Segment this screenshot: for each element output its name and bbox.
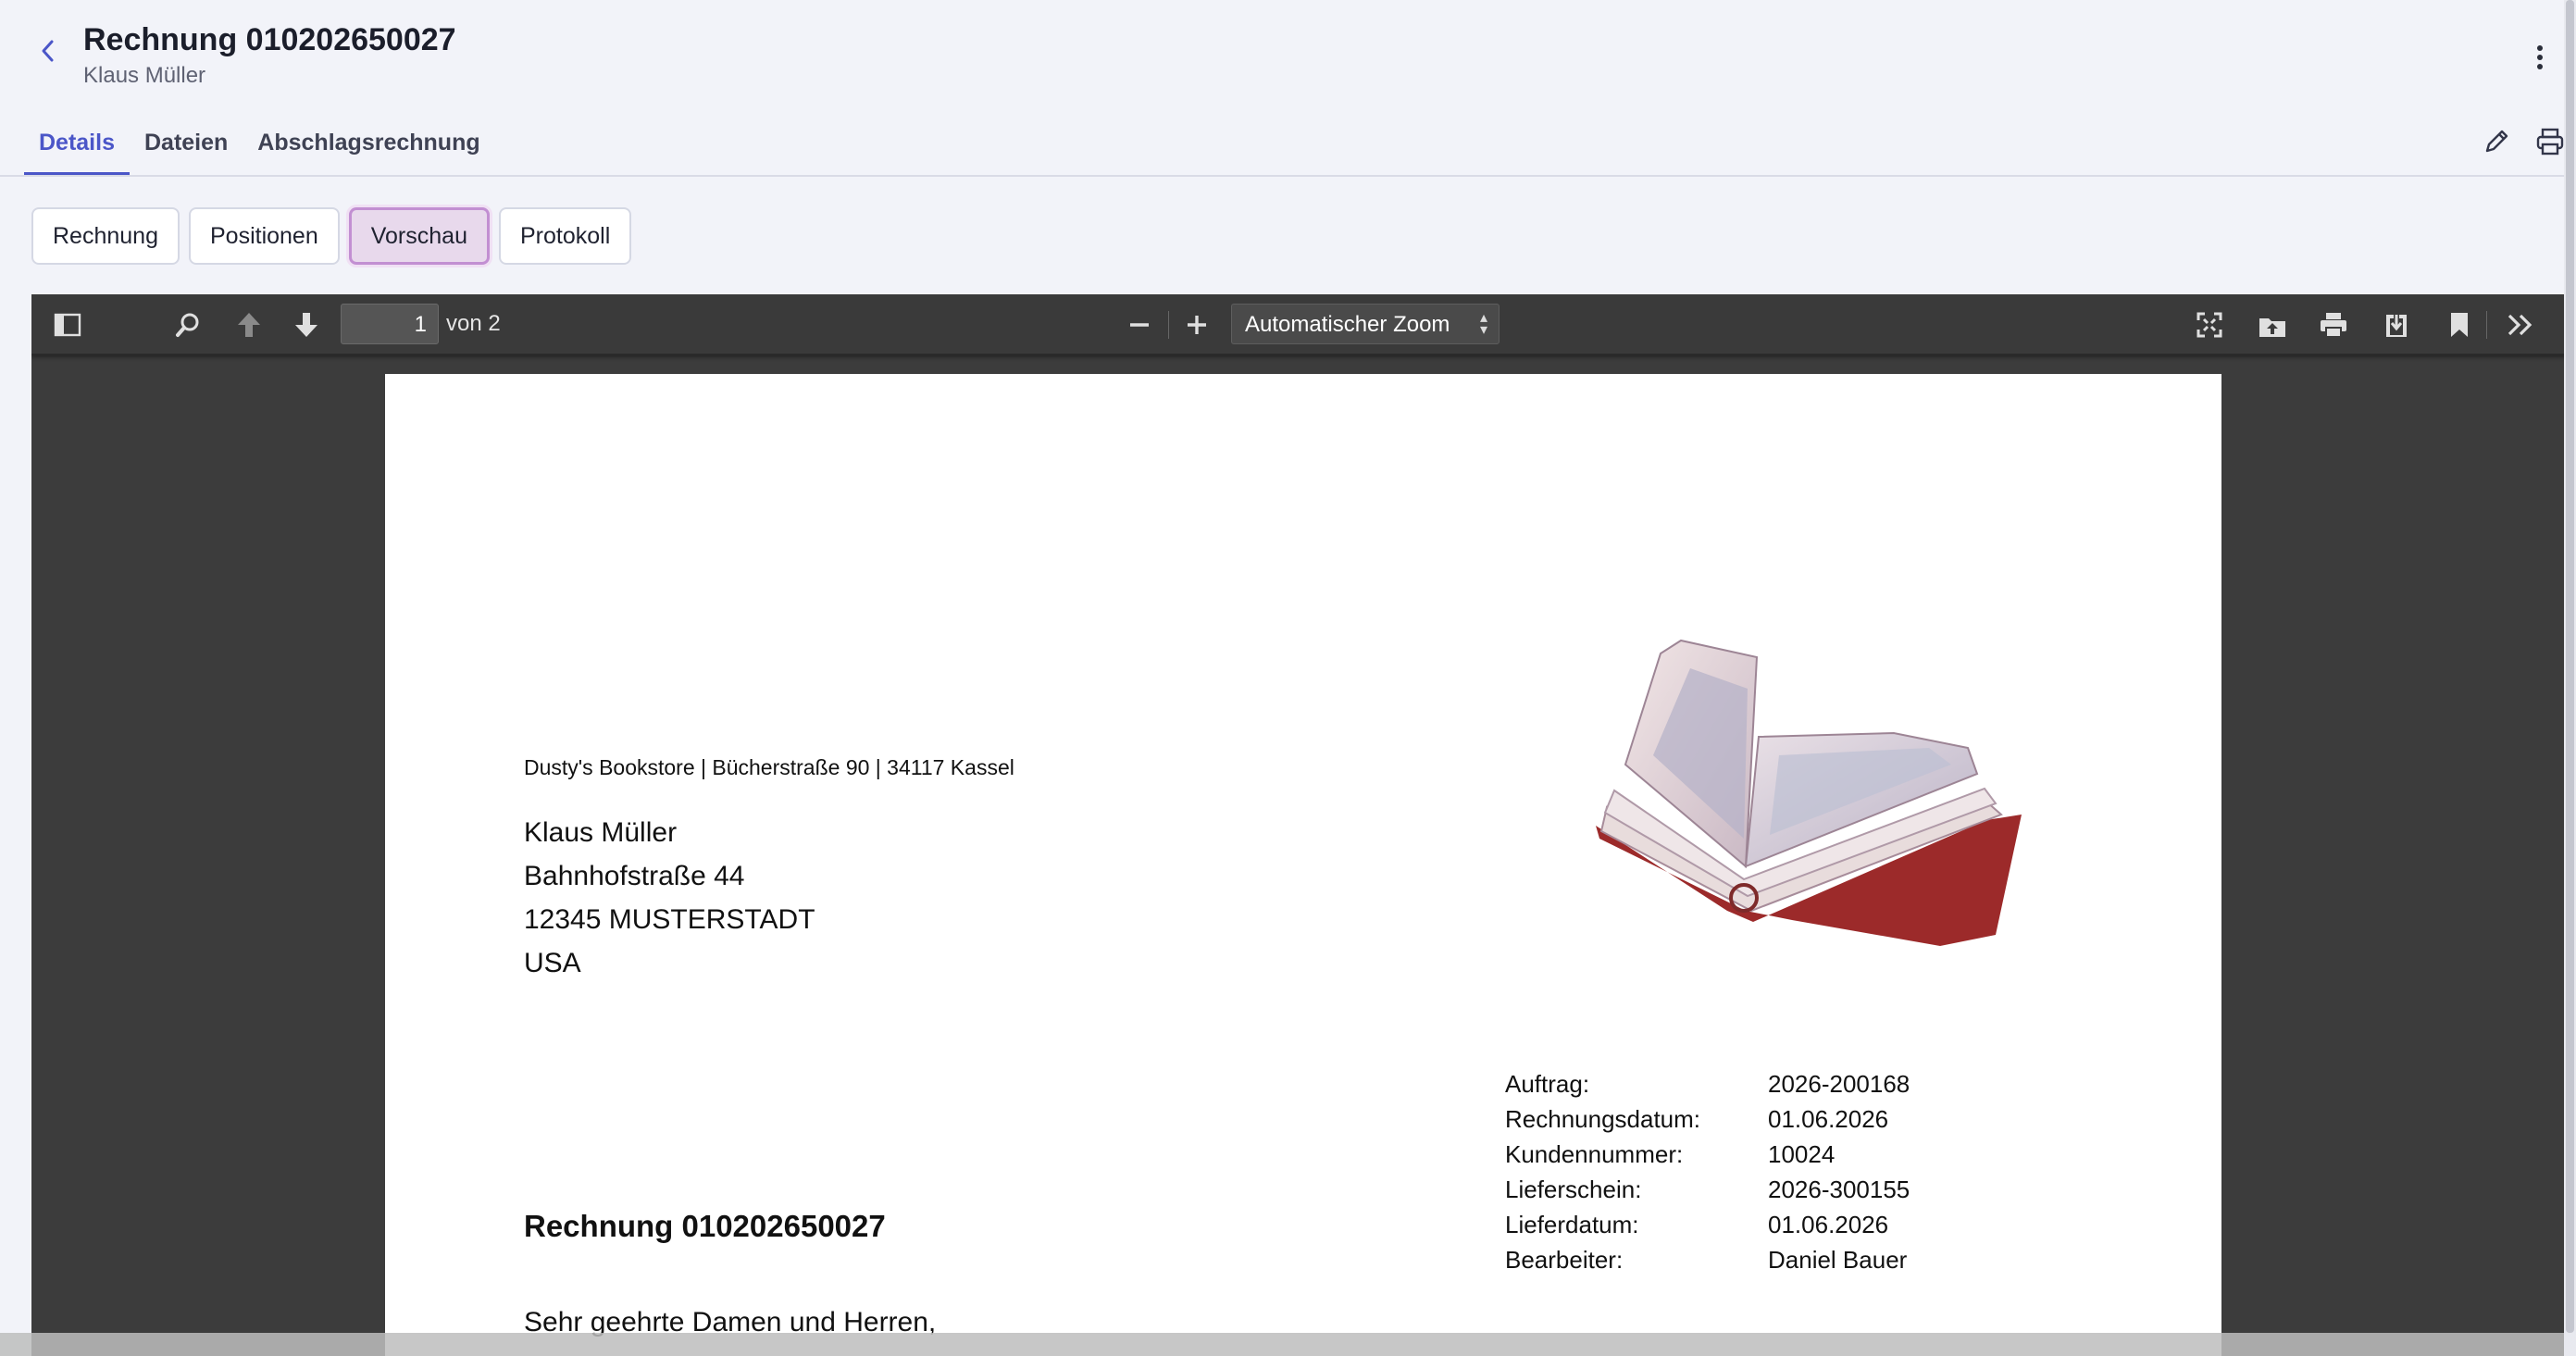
tab-bar: Details Dateien Abschlagsrechnung (24, 120, 495, 176)
info-key: Lieferdatum: (1505, 1211, 1639, 1238)
page-number-input[interactable]: 1 (341, 304, 439, 344)
subnav-positionen-button[interactable]: Positionen (188, 207, 340, 265)
info-value: 2026-200168 (1768, 1070, 1910, 1098)
info-value: 10024 (1768, 1140, 1836, 1168)
page-subtitle: Klaus Müller (83, 63, 206, 88)
recipient-street: Bahnhofstraße 44 (524, 861, 745, 891)
subnav-vorschau-button[interactable]: Vorschau (348, 207, 490, 265)
search-icon[interactable] (172, 309, 204, 341)
info-key: Kundennummer: (1505, 1140, 1684, 1168)
next-page-icon[interactable] (291, 309, 322, 341)
info-key: Rechnungsdatum: (1505, 1105, 1701, 1133)
pdf-page: Dusty's Bookstore | Bücherstraße 90 | 34… (385, 374, 2221, 1356)
open-file-icon[interactable] (2257, 309, 2288, 341)
zoom-separator (1168, 311, 1169, 339)
info-row: Rechnungsdatum: 01.06.2026 (1505, 1105, 1910, 1140)
subnav-rechnung-button[interactable]: Rechnung (31, 207, 180, 265)
info-key: Lieferschein: (1505, 1176, 1642, 1203)
info-value: 01.06.2026 (1768, 1211, 1889, 1238)
subnav: Rechnung Positionen Vorschau Protokoll (31, 207, 632, 265)
recipient-address: Klaus Müller Bahnhofstraße 44 12345 MUST… (524, 811, 815, 985)
info-row: Auftrag: 2026-200168 (1505, 1070, 1910, 1105)
info-row: Lieferdatum: 01.06.2026 (1505, 1211, 1910, 1246)
page-count-label: von 2 (446, 311, 501, 336)
info-key: Bearbeiter: (1505, 1246, 1624, 1274)
page-header: Rechnung 010202650027 Klaus Müller Detai… (0, 0, 2576, 178)
header-divider (0, 175, 2576, 177)
zoom-select-value: Automatischer Zoom (1245, 312, 1450, 337)
pdf-viewer: 1 von 2 Automatischer Zoom ▴ ▾ Dusty's B… (31, 294, 2568, 1356)
horizontal-scrollbar[interactable] (0, 1333, 2576, 1356)
pdf-toolbar: 1 von 2 Automatischer Zoom ▴ ▾ (31, 294, 2568, 355)
sidebar-toggle-icon[interactable] (52, 309, 83, 341)
pencil-icon[interactable] (2481, 126, 2512, 157)
scrollbar-thumb[interactable] (2566, 0, 2574, 1333)
info-row: Kundennummer: 10024 (1505, 1140, 1910, 1176)
info-row: Bearbeiter: Daniel Bauer (1505, 1246, 1910, 1281)
page-title: Rechnung 010202650027 (83, 22, 456, 57)
info-row: Lieferschein: 2026-300155 (1505, 1176, 1910, 1211)
recipient-city: 12345 MUSTERSTADT (524, 904, 815, 935)
back-icon[interactable] (33, 37, 61, 65)
zoom-out-icon[interactable] (1124, 309, 1155, 341)
sender-line: Dusty's Bookstore | Bücherstraße 90 | 34… (524, 755, 1014, 779)
print-document-icon[interactable] (2318, 309, 2349, 341)
tab-dateien[interactable]: Dateien (130, 120, 243, 176)
zoom-in-icon[interactable] (1181, 309, 1213, 341)
info-value: 2026-300155 (1768, 1176, 1910, 1203)
previous-page-icon[interactable] (233, 309, 265, 341)
tools-menu-icon[interactable] (2505, 309, 2536, 341)
info-value: 01.06.2026 (1768, 1105, 1889, 1133)
print-icon[interactable] (2534, 126, 2566, 157)
info-key: Auftrag: (1505, 1070, 1590, 1098)
select-arrows-icon: ▴ ▾ (1479, 310, 1487, 338)
recipient-country: USA (524, 948, 581, 978)
invoice-title: Rechnung 010202650027 (524, 1209, 886, 1243)
invoice-info-table: Auftrag: 2026-200168 Rechnungsdatum: 01.06… (1505, 1070, 1910, 1281)
tools-separator (2486, 311, 2487, 339)
tab-abschlagsrechnung[interactable]: Abschlagsrechnung (243, 120, 494, 176)
download-icon[interactable] (2381, 309, 2412, 341)
zoom-select[interactable]: Automatischer Zoom ▴ ▾ (1231, 304, 1500, 344)
more-options-icon[interactable] (2529, 41, 2551, 74)
info-value: Daniel Bauer (1768, 1246, 1908, 1274)
book-logo-image (1596, 639, 2022, 946)
recipient-name: Klaus Müller (524, 817, 678, 848)
subnav-protokoll-button[interactable]: Protokoll (498, 207, 632, 265)
tab-details[interactable]: Details (24, 120, 130, 176)
bookmark-icon[interactable] (2444, 309, 2475, 341)
fullscreen-icon[interactable] (2194, 309, 2225, 341)
